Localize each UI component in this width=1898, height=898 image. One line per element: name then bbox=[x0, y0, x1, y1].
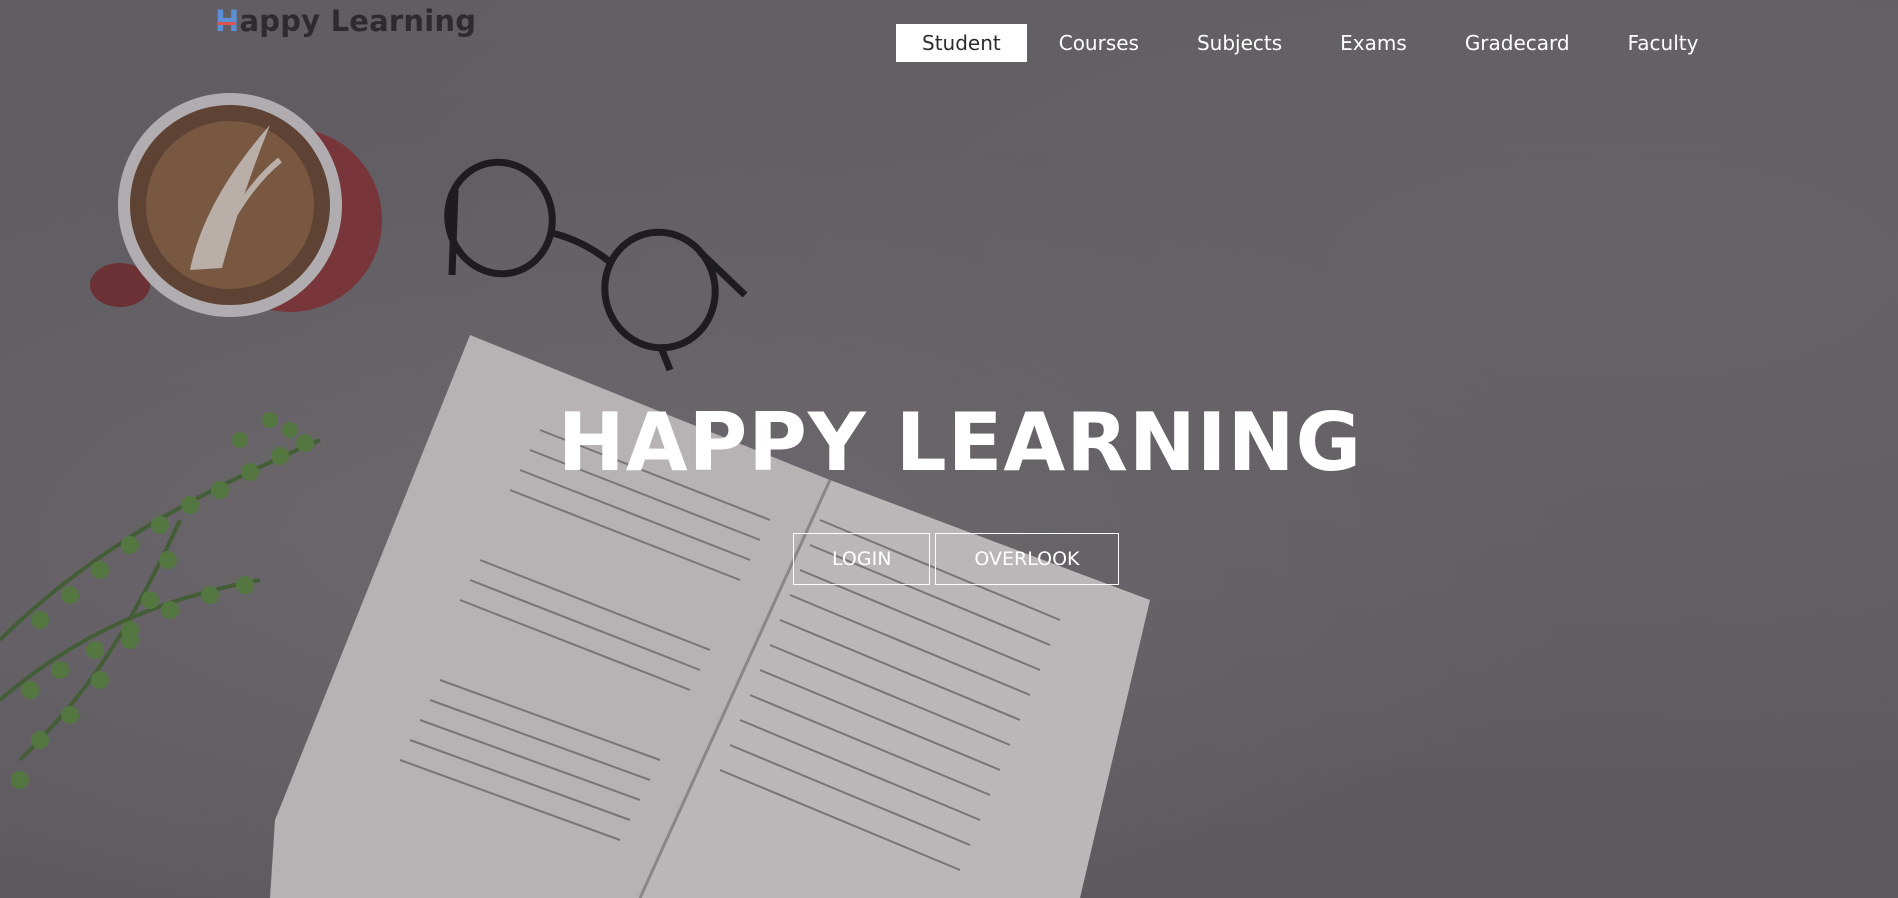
hero-title: HAPPY LEARNING bbox=[557, 396, 1363, 489]
login-button[interactable]: LOGIN bbox=[793, 533, 931, 585]
main-nav: Student Courses Subjects Exams Gradecard… bbox=[896, 24, 1724, 62]
hero-button-group: LOGIN OVERLOOK bbox=[793, 533, 1119, 585]
nav-item-subjects[interactable]: Subjects bbox=[1171, 24, 1308, 62]
logo-text: appy Learning bbox=[239, 4, 477, 38]
overlook-button[interactable]: OVERLOOK bbox=[935, 533, 1119, 585]
nav-item-student[interactable]: Student bbox=[896, 24, 1027, 62]
logo-initial: H bbox=[215, 4, 240, 38]
nav-item-gradecard[interactable]: Gradecard bbox=[1439, 24, 1596, 62]
nav-item-courses[interactable]: Courses bbox=[1033, 24, 1165, 62]
nav-item-exams[interactable]: Exams bbox=[1314, 24, 1433, 62]
nav-item-faculty[interactable]: Faculty bbox=[1602, 24, 1725, 62]
site-logo[interactable]: Happy Learning bbox=[215, 4, 476, 38]
landing-page: Happy Learning Student Courses Subjects … bbox=[0, 0, 1898, 898]
